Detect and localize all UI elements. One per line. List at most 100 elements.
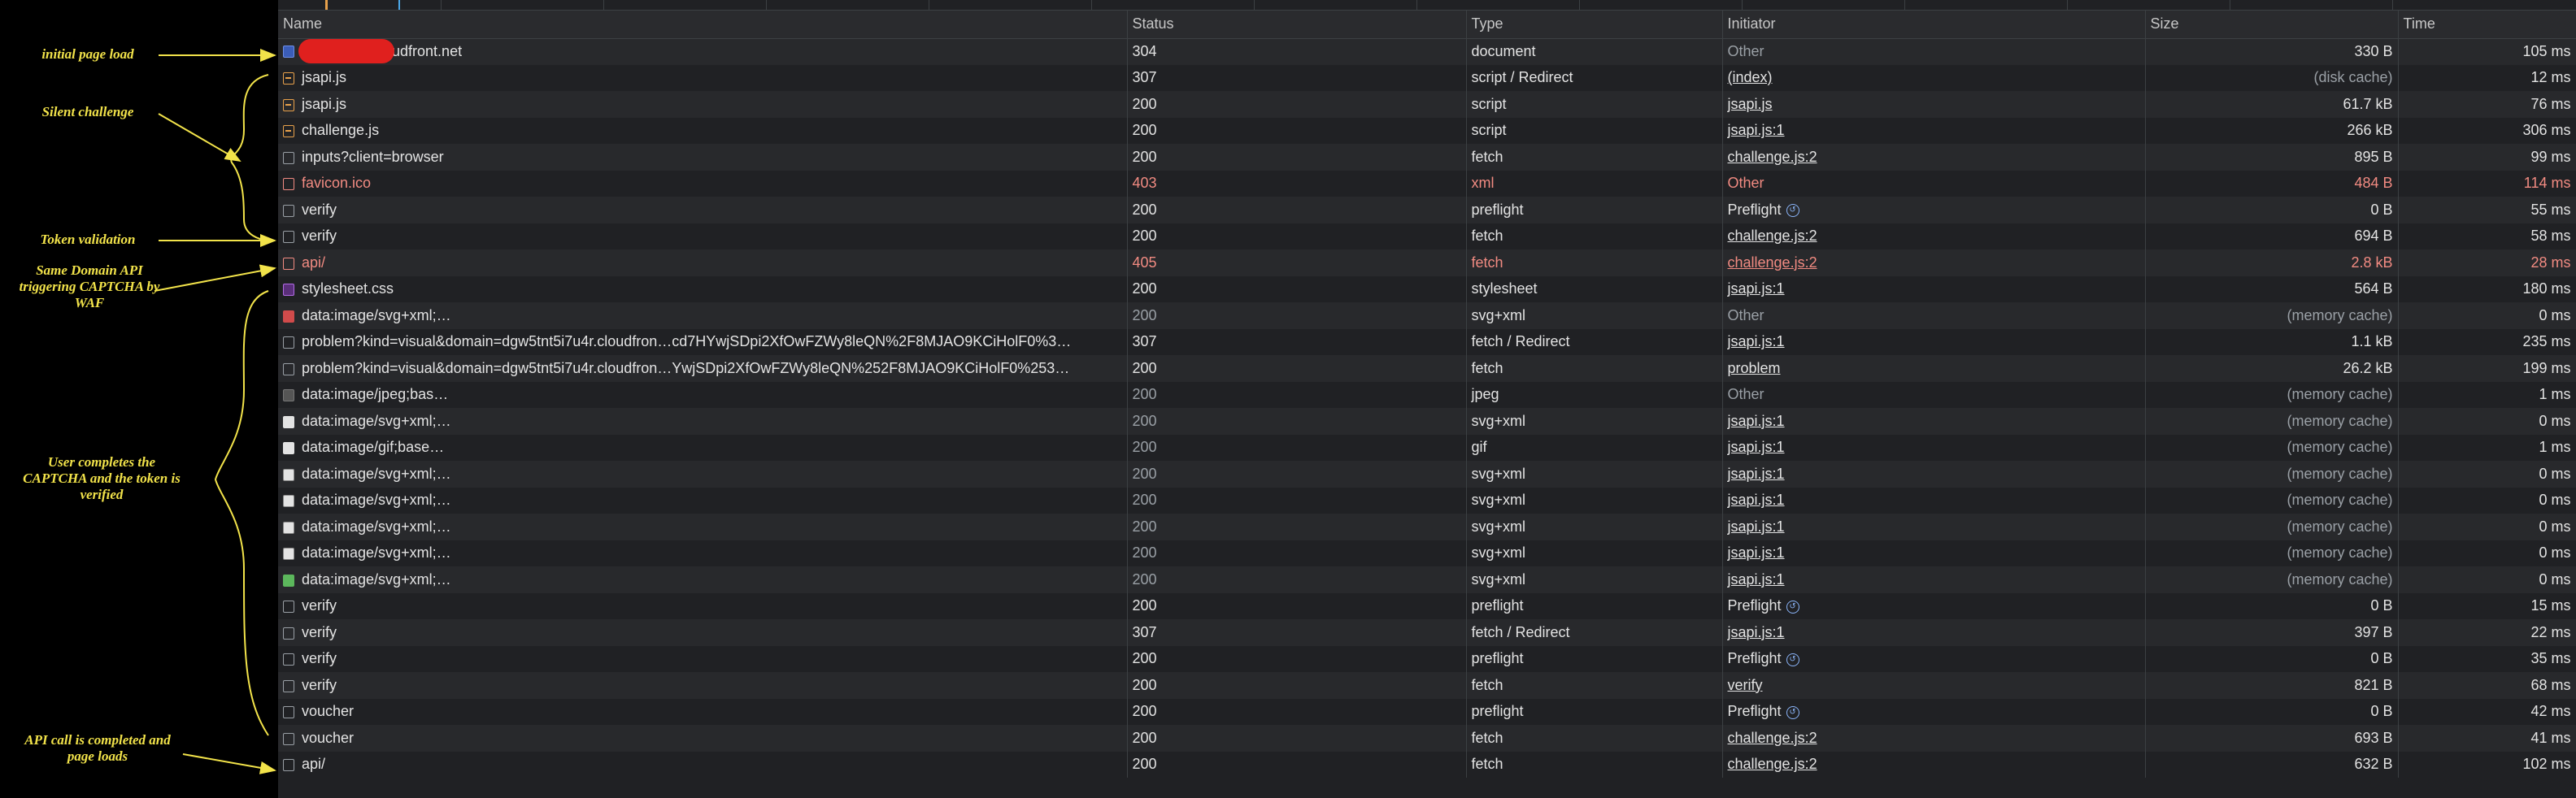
request-name[interactable]: api/	[302, 254, 325, 271]
request-name[interactable]: verify	[302, 624, 337, 640]
cell-name[interactable]: challenge.js	[278, 117, 1128, 144]
column-header-time[interactable]: Time	[2398, 11, 2576, 39]
initiator-link[interactable]: jsapi.js:1	[1728, 466, 1785, 482]
cell-name[interactable]: verify	[278, 672, 1128, 699]
request-name[interactable]: jsapi.js	[302, 69, 346, 85]
preflight-info-icon[interactable]: ↺	[1786, 705, 1799, 719]
request-name[interactable]: api/	[302, 756, 325, 772]
cell-name[interactable]: problem?kind=visual&domain=dgw5tnt5i7u4r…	[278, 355, 1128, 382]
column-header-initiator[interactable]: Initiator	[1722, 11, 2146, 39]
table-row[interactable]: data:image/svg+xml;… 200 svg+xml jsapi.js:1…	[278, 514, 2576, 540]
table-row[interactable]: verify 200 fetch verify 821 B 68 ms	[278, 672, 2576, 699]
cell-initiator[interactable]: Other	[1722, 38, 2146, 65]
preflight-info-icon[interactable]: ↺	[1786, 204, 1799, 217]
request-name[interactable]: data:image/svg+xml;…	[302, 571, 451, 588]
table-row[interactable]: verify 200 preflight Preflight ↺ 0 B 55 ms	[278, 197, 2576, 223]
cell-name[interactable]: voucher	[278, 698, 1128, 725]
cell-initiator[interactable]: jsapi.js:1	[1722, 619, 2146, 646]
table-row[interactable]: problem?kind=visual&domain=dgw5tnt5i7u4r…	[278, 328, 2576, 355]
cell-initiator[interactable]: Preflight ↺	[1722, 645, 2146, 672]
cell-initiator[interactable]: Preflight ↺	[1722, 592, 2146, 619]
column-header-name[interactable]: Name	[278, 11, 1128, 39]
table-row[interactable]: data:image/svg+xml;… 200 svg+xml jsapi.js:1…	[278, 461, 2576, 488]
cell-initiator[interactable]: Other	[1722, 302, 2146, 329]
initiator-link[interactable]: challenge.js:2	[1728, 228, 1817, 244]
request-name[interactable]: problem?kind=visual&domain=dgw5tnt5i7u4r…	[302, 333, 1071, 349]
cell-initiator[interactable]: jsapi.js:1	[1722, 540, 2146, 566]
request-name[interactable]: problem?kind=visual&domain=dgw5tnt5i7u4r…	[302, 360, 1069, 376]
table-row[interactable]: challenge.js 200 script jsapi.js:1 266 kB 306…	[278, 117, 2576, 144]
table-row[interactable]: data:image/gif;base… 200 gif jsapi.js:1 (mem…	[278, 434, 2576, 461]
request-name[interactable]: jsapi.js	[302, 96, 346, 112]
cell-name[interactable]: jsapi.js	[278, 91, 1128, 118]
table-row[interactable]: verify 200 preflight Preflight ↺ 0 B 15 ms	[278, 592, 2576, 619]
initiator-link[interactable]: jsapi.js:1	[1728, 413, 1785, 429]
cell-initiator[interactable]: Other	[1722, 170, 2146, 197]
cell-name[interactable]: verify	[278, 223, 1128, 249]
table-row[interactable]: data:image/svg+xml;… 200 svg+xml jsapi.js:1…	[278, 487, 2576, 514]
initiator-link[interactable]: jsapi.js:1	[1728, 544, 1785, 561]
preflight-info-icon[interactable]: ↺	[1786, 653, 1799, 666]
cell-name[interactable]: data:image/svg+xml;…	[278, 540, 1128, 566]
cell-initiator[interactable]: jsapi.js:1	[1722, 434, 2146, 461]
initiator-link[interactable]: jsapi.js:1	[1728, 280, 1785, 297]
cell-initiator[interactable]: jsapi.js:1	[1722, 408, 2146, 435]
request-name[interactable]: favicon.ico	[302, 175, 371, 191]
table-row[interactable]: api/405 fetch challenge.js:2 2.8 kB 28 ms	[278, 249, 2576, 276]
cell-initiator[interactable]: problem	[1722, 355, 2146, 382]
cell-initiator[interactable]: jsapi.js:1	[1722, 275, 2146, 302]
table-row[interactable]: data:image/jpeg;bas… 200 jpeg Other (memory …	[278, 381, 2576, 408]
cell-initiator[interactable]: (index)	[1722, 64, 2146, 91]
table-row[interactable]: data:image/svg+xml;… 200 svg+xml jsapi.js:1…	[278, 408, 2576, 435]
request-name[interactable]: data:image/gif;base…	[302, 439, 444, 455]
column-header-type[interactable]: Type	[1466, 11, 1723, 39]
request-name[interactable]: data:image/jpeg;bas…	[302, 386, 448, 402]
cell-name[interactable]: stylesheet.css	[278, 275, 1128, 302]
cell-name[interactable]: data:image/svg+xml;…	[278, 408, 1128, 435]
cell-initiator[interactable]: Other	[1722, 381, 2146, 408]
table-row[interactable]: verify 200 preflight Preflight ↺ 0 B 35 ms	[278, 645, 2576, 672]
cell-initiator[interactable]: challenge.js:2	[1722, 751, 2146, 778]
cell-initiator[interactable]: challenge.js:2	[1722, 223, 2146, 249]
table-row[interactable]: verify 200 fetch challenge.js:2 694 B 58 ms	[278, 223, 2576, 249]
table-row[interactable]: inputs?client=browser 200 fetch challenge.j…	[278, 144, 2576, 171]
cell-name[interactable]: voucher	[278, 725, 1128, 752]
initiator-link[interactable]: jsapi.js:1	[1728, 439, 1785, 455]
cell-name[interactable]: data:image/svg+xml;…	[278, 487, 1128, 514]
cell-name[interactable]: jsapi.js	[278, 64, 1128, 91]
column-header-size[interactable]: Size	[2145, 11, 2399, 39]
table-row[interactable]: data:image/svg+xml;… 200 svg+xml Other (memo…	[278, 302, 2576, 329]
cell-initiator[interactable]: challenge.js:2	[1722, 249, 2146, 276]
cell-initiator[interactable]: jsapi.js:1	[1722, 514, 2146, 540]
cell-name[interactable]: data:image/svg+xml;…	[278, 566, 1128, 593]
request-name[interactable]: verify	[302, 202, 337, 218]
request-name[interactable]: challenge.js	[302, 122, 379, 138]
table-row[interactable]: r.cloudfront.net 304 document Other 330 B 105…	[278, 38, 2576, 65]
cell-name[interactable]: api/	[278, 249, 1128, 276]
initiator-link[interactable]: jsapi.js:1	[1728, 492, 1785, 508]
request-name[interactable]: data:image/svg+xml;…	[302, 544, 451, 561]
initiator-link[interactable]: jsapi.js:1	[1728, 571, 1785, 588]
cell-initiator[interactable]: jsapi.js:1	[1722, 461, 2146, 488]
cell-initiator[interactable]: jsapi.js	[1722, 91, 2146, 118]
cell-name[interactable]: verify	[278, 197, 1128, 223]
initiator-link[interactable]: jsapi.js:1	[1728, 518, 1785, 535]
initiator-link[interactable]: (index)	[1728, 69, 1773, 85]
initiator-link[interactable]: verify	[1728, 677, 1763, 693]
table-row[interactable]: problem?kind=visual&domain=dgw5tnt5i7u4r…	[278, 355, 2576, 382]
table-row[interactable]: verify 307 fetch / Redirect jsapi.js:1 397 B…	[278, 619, 2576, 646]
cell-name[interactable]: data:image/jpeg;bas…	[278, 381, 1128, 408]
cell-initiator[interactable]: Preflight ↺	[1722, 698, 2146, 725]
timeline-overview[interactable]	[278, 0, 2576, 11]
request-name[interactable]: inputs?client=browser	[302, 149, 444, 165]
cell-initiator[interactable]: challenge.js:2	[1722, 144, 2146, 171]
cell-initiator[interactable]: jsapi.js:1	[1722, 487, 2146, 514]
initiator-link[interactable]: jsapi.js	[1728, 96, 1773, 112]
initiator-link[interactable]: challenge.js:2	[1728, 730, 1817, 746]
cell-name[interactable]: data:image/svg+xml;…	[278, 461, 1128, 488]
request-name[interactable]: verify	[302, 597, 337, 614]
preflight-info-icon[interactable]: ↺	[1786, 600, 1799, 614]
initiator-link[interactable]: challenge.js:2	[1728, 254, 1817, 271]
table-row[interactable]: voucher 200 preflight Preflight ↺ 0 B 42 ms	[278, 698, 2576, 725]
cell-initiator[interactable]: jsapi.js:1	[1722, 566, 2146, 593]
